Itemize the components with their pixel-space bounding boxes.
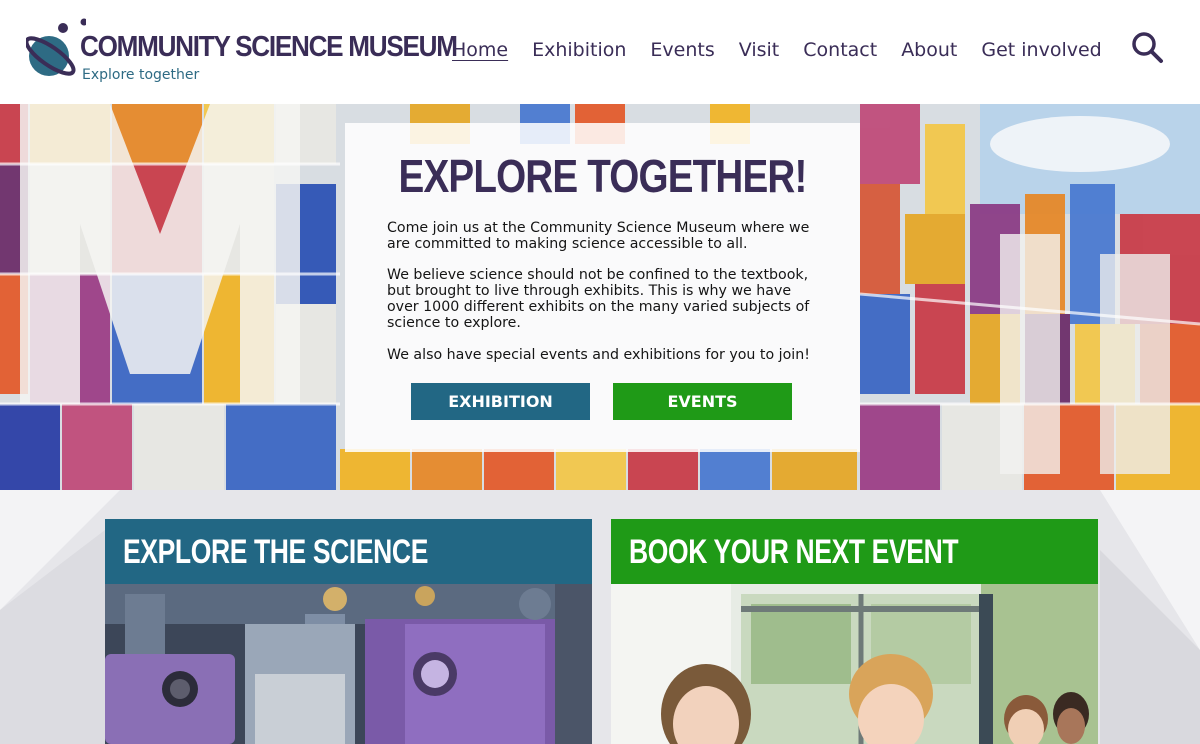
nav-get-involved[interactable]: Get involved <box>981 39 1101 61</box>
search-icon <box>1132 32 1163 63</box>
nav-events[interactable]: Events <box>650 39 714 61</box>
search-button[interactable] <box>1130 30 1164 64</box>
explore-science-card[interactable]: EXPLORE THE SCIENCE <box>105 519 592 744</box>
site-tagline: Explore together <box>82 67 200 83</box>
events-button[interactable]: EVENTS <box>613 383 792 420</box>
hero-body-text: We believe science should not be confine… <box>387 267 810 331</box>
children-learning-image <box>611 584 1098 744</box>
hero-card: EXPLORE TOGETHER! Come join us at the Co… <box>345 123 860 452</box>
nav-about[interactable]: About <box>901 39 957 61</box>
explore-science-header: EXPLORE THE SCIENCE <box>105 519 592 584</box>
book-event-title: BOOK YOUR NEXT EVENT <box>629 533 959 571</box>
hero-banner: EXPLORE TOGETHER! Come join us at the Co… <box>0 104 1200 490</box>
book-event-header: BOOK YOUR NEXT EVENT <box>611 519 1098 584</box>
nav-contact[interactable]: Contact <box>803 39 877 61</box>
site-name: COMMUNITY SCIENCE MUSEUM <box>80 31 458 63</box>
planet-logo-icon <box>26 18 86 76</box>
nav-exhibition[interactable]: Exhibition <box>532 39 626 61</box>
hero-intro-text: Come join us at the Community Science Mu… <box>387 220 810 252</box>
nav-visit[interactable]: Visit <box>739 39 780 61</box>
book-event-card[interactable]: BOOK YOUR NEXT EVENT <box>611 519 1098 744</box>
hero-title: EXPLORE TOGETHER! <box>398 150 808 202</box>
site-header: COMMUNITY SCIENCE MUSEUM Explore togethe… <box>0 0 1200 104</box>
nav-home[interactable]: Home <box>452 39 508 61</box>
main-nav: Home Exhibition Events Visit Contact Abo… <box>452 36 1126 64</box>
hero-events-text: We also have special events and exhibiti… <box>387 347 810 363</box>
explore-science-title: EXPLORE THE SCIENCE <box>123 533 428 571</box>
site-logo[interactable]: COMMUNITY SCIENCE MUSEUM Explore togethe… <box>26 16 458 86</box>
exhibition-button[interactable]: EXHIBITION <box>411 383 590 420</box>
science-machine-image <box>105 584 592 744</box>
